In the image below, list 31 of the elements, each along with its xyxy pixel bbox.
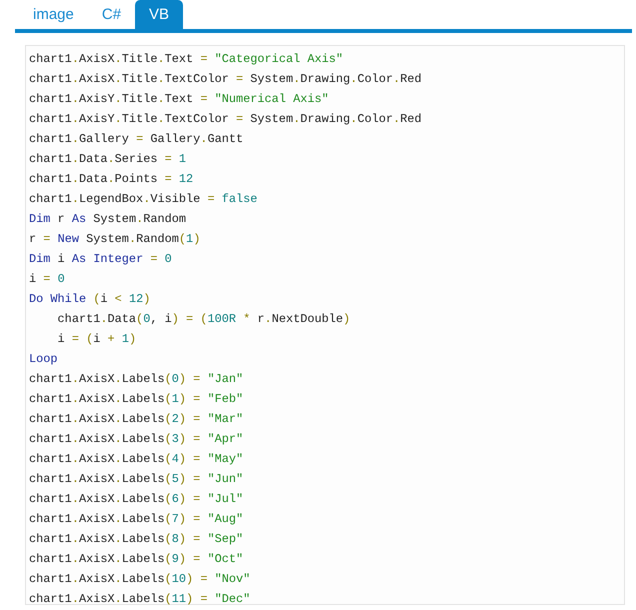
code-line: chart1.AxisY.Title.TextColor = System.Drawing.Color.Red bbox=[29, 111, 423, 128]
code-line: Loop bbox=[29, 351, 59, 368]
code-line: Dim r As System.Random bbox=[29, 211, 188, 228]
code-line: chart1.AxisX.Labels(4) = "May" bbox=[29, 451, 244, 468]
code-line: chart1.AxisX.Labels(7) = "Aug" bbox=[29, 511, 244, 528]
code-line: chart1.AxisX.Labels(5) = "Jun" bbox=[29, 471, 244, 488]
code-line: chart1.AxisY.Title.Text = "Numerical Axis" bbox=[29, 91, 330, 108]
code-line: chart1.AxisX.Labels(9) = "Oct" bbox=[29, 551, 244, 568]
code-line: chart1.LegendBox.Visible = false bbox=[29, 191, 258, 208]
tab[interactable]: C# bbox=[88, 0, 136, 29]
code-line: chart1.AxisX.Labels(11) = "Dec" bbox=[29, 591, 252, 608]
code-line: chart1.AxisX.Labels(6) = "Jul" bbox=[29, 491, 244, 508]
code-line: chart1.AxisX.Title.TextColor = System.Drawing.Color.Red bbox=[29, 71, 423, 88]
code-line: i = (i + 1) bbox=[56, 331, 138, 348]
code-line: i = 0 bbox=[29, 271, 66, 288]
code-line: chart1.AxisX.Labels(8) = "Sep" bbox=[29, 531, 244, 548]
code-line: chart1.AxisX.Labels(0) = "Jan" bbox=[29, 371, 244, 388]
code-line: chart1.Gallery = Gallery.Gantt bbox=[29, 131, 244, 148]
code-line: chart1.Data.Points = 12 bbox=[29, 171, 194, 188]
code-line: chart1.AxisX.Labels(10) = "Nov" bbox=[29, 571, 252, 588]
code-line: chart1.AxisX.Title.Text = "Categorical Axis" bbox=[29, 51, 344, 68]
code-line: Do While (i < 12) bbox=[29, 291, 152, 308]
tab[interactable]: image bbox=[19, 0, 88, 29]
tab[interactable]: VB bbox=[135, 0, 184, 29]
code-line: chart1.AxisX.Labels(3) = "Apr" bbox=[29, 431, 244, 448]
code-line: chart1.Data.Series = 1 bbox=[29, 151, 188, 168]
code-line: chart1.Data(0, i) = (100R * r.NextDouble) bbox=[56, 311, 352, 328]
code-line: Dim i As Integer = 0 bbox=[29, 251, 173, 268]
code-line: chart1.AxisX.Labels(1) = "Feb" bbox=[29, 391, 244, 408]
code-line: r = New System.Random(1) bbox=[29, 231, 202, 248]
code-line: chart1.AxisX.Labels(2) = "Mar" bbox=[29, 411, 244, 428]
